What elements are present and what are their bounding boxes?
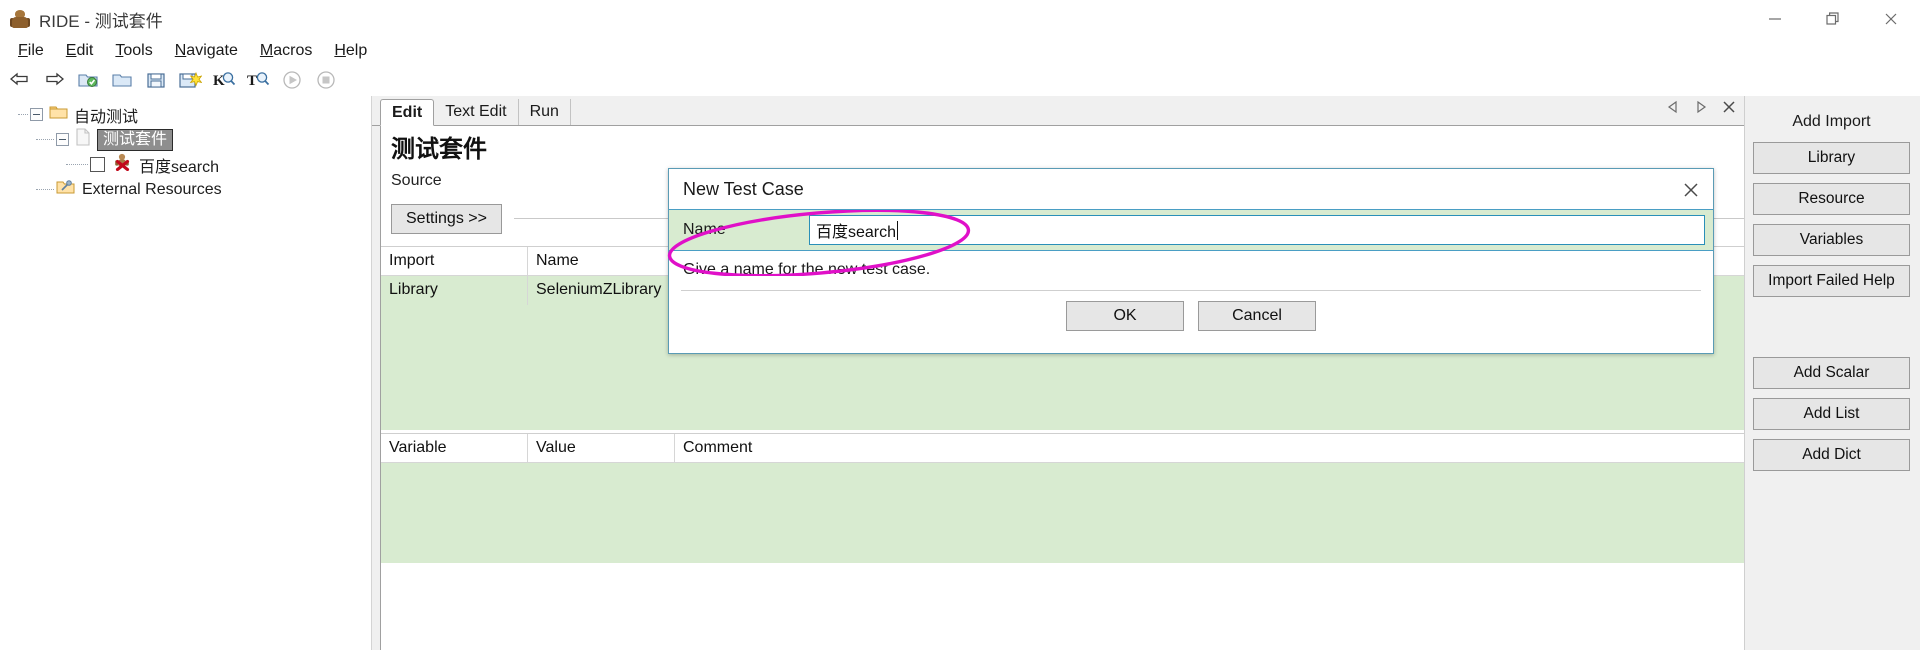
robot-icon <box>10 9 30 29</box>
tab-edit[interactable]: Edit <box>380 99 435 126</box>
minimize-button[interactable] <box>1746 0 1804 38</box>
variable-table-header: Variable Value Comment <box>381 433 1744 463</box>
settings-button[interactable]: Settings >> <box>391 203 502 234</box>
tab-label: Edit <box>392 103 423 121</box>
restore-button[interactable] <box>1804 0 1862 38</box>
save-all-icon[interactable] <box>176 67 204 93</box>
testcase-icon <box>113 153 133 176</box>
menu-tools[interactable]: Tools <box>105 40 162 62</box>
menu-file[interactable]: File <box>8 40 54 62</box>
tree-toggle-collapse-icon[interactable] <box>30 108 43 121</box>
add-list-button[interactable]: Add List <box>1753 398 1910 430</box>
menu-edit[interactable]: Edit <box>56 40 104 62</box>
dialog-separator <box>681 290 1701 291</box>
tree-item-label: 百度search <box>139 158 220 176</box>
forward-arrow-icon[interactable] <box>40 67 68 93</box>
variable-table-empty-area[interactable] <box>381 462 1744 563</box>
variable-table: Variable Value Comment <box>381 432 1744 563</box>
add-resource-button[interactable]: Resource <box>1753 183 1910 215</box>
tree-item-external-resources[interactable]: External Resources <box>14 177 371 202</box>
column-header-comment: Comment <box>683 438 753 456</box>
tab-label: Run <box>529 103 559 120</box>
cell-import-type[interactable]: Library <box>381 275 528 305</box>
tree-item-testcase[interactable]: 百度search <box>14 152 371 177</box>
search-text-icon[interactable]: T <box>244 67 272 93</box>
title-bar-left: RIDE - 测试套件 <box>0 7 163 32</box>
svg-text:T: T <box>247 73 257 89</box>
tab-text-edit[interactable]: Text Edit <box>434 99 519 125</box>
column-header-name: Name <box>528 246 675 275</box>
menu-navigate[interactable]: Navigate <box>165 40 248 62</box>
right-panel-spacer <box>1753 306 1910 357</box>
window-title: RIDE - 测试套件 <box>39 11 163 31</box>
tree-item-suite-root[interactable]: 自动测试 <box>14 102 371 127</box>
tree-item-checkbox[interactable] <box>90 157 105 172</box>
menu-macros[interactable]: Macros <box>250 40 322 62</box>
close-icon[interactable] <box>1677 177 1705 203</box>
add-variables-button[interactable]: Variables <box>1753 224 1910 256</box>
tree-line <box>36 189 54 190</box>
right-side-panel: Add Import Library Resource Variables Im… <box>1744 96 1920 650</box>
column-header-value: Value <box>528 433 675 462</box>
tree-line <box>18 114 28 115</box>
tab-label: Text Edit <box>445 103 507 120</box>
column-header-import: Import <box>381 246 528 275</box>
page-title: 测试套件 <box>391 136 487 163</box>
project-tree: 自动测试 测试套件 百度search External Resources <box>0 96 371 202</box>
tab-run[interactable]: Run <box>519 99 571 125</box>
tab-nav-controls <box>1666 100 1736 114</box>
close-button[interactable] <box>1862 0 1920 38</box>
open-folder-icon[interactable] <box>108 67 136 93</box>
save-icon[interactable] <box>142 67 170 93</box>
ok-button[interactable]: OK <box>1066 301 1184 331</box>
tab-scroll-right-icon[interactable] <box>1694 100 1708 114</box>
back-arrow-icon[interactable] <box>6 67 34 93</box>
open-directory-icon[interactable] <box>74 67 102 93</box>
name-input[interactable]: 百度search <box>809 215 1705 245</box>
title-bar: RIDE - 测试套件 <box>0 0 1920 38</box>
tab-scroll-left-icon[interactable] <box>1666 100 1680 114</box>
menu-help[interactable]: Help <box>324 40 377 62</box>
file-icon <box>75 128 91 151</box>
cancel-button[interactable]: Cancel <box>1198 301 1316 331</box>
tree-toggle-collapse-icon[interactable] <box>56 133 69 146</box>
import-failed-help-button[interactable]: Import Failed Help <box>1753 265 1910 297</box>
column-header-variable: Variable <box>381 433 528 462</box>
name-input-value: 百度search <box>816 224 897 241</box>
new-test-case-dialog: New Test Case Name 百度search Give a name … <box>668 168 1714 354</box>
tree-item-label: External Resources <box>82 180 222 198</box>
dialog-buttons: OK Cancel <box>669 301 1713 331</box>
dialog-field-row: Name 百度search <box>669 209 1713 251</box>
run-icon[interactable] <box>278 67 306 93</box>
editor-tabstrip: Edit Text Edit Run <box>372 96 1744 126</box>
name-field-label: Name <box>683 221 726 238</box>
add-import-title: Add Import <box>1792 113 1871 130</box>
dialog-title: New Test Case <box>669 169 1713 209</box>
add-dict-button[interactable]: Add Dict <box>1753 439 1910 471</box>
tree-line <box>66 164 88 165</box>
tree-item-label-selected: 测试套件 <box>97 128 174 151</box>
window-controls <box>1746 0 1920 38</box>
tree-item-testsuite[interactable]: 测试套件 <box>14 127 371 152</box>
resources-icon <box>56 179 76 201</box>
tab-close-icon[interactable] <box>1722 100 1736 114</box>
stop-icon[interactable] <box>312 67 340 93</box>
add-library-button[interactable]: Library <box>1753 142 1910 174</box>
tree-item-label: 自动测试 <box>74 108 139 126</box>
dialog-hint-text: Give a name for the new test case. <box>683 261 931 278</box>
add-scalar-button[interactable]: Add Scalar <box>1753 357 1910 389</box>
text-caret <box>897 220 899 240</box>
search-keyword-icon[interactable]: K <box>210 67 238 93</box>
tree-line <box>36 139 54 140</box>
toolbar: K T <box>0 64 1920 96</box>
project-tree-panel: 自动测试 测试套件 百度search External Resources <box>0 96 372 650</box>
folder-icon <box>49 104 68 125</box>
menu-bar: File Edit Tools Navigate Macros Help <box>0 38 1920 64</box>
